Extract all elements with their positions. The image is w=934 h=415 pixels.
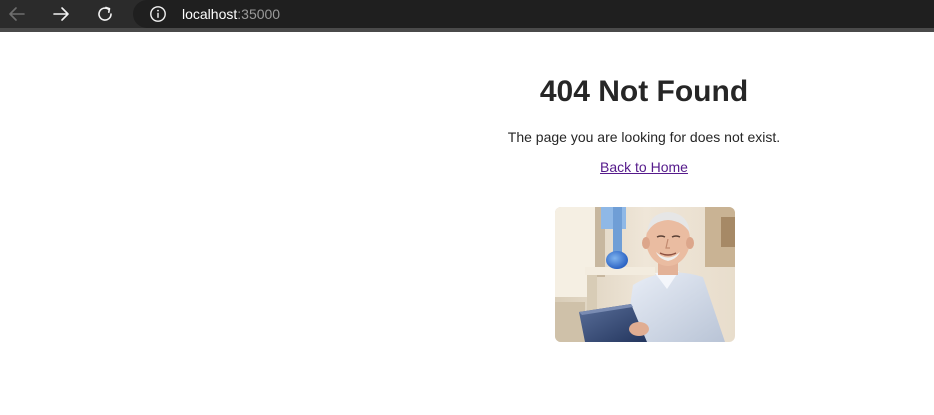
url-port: :35000 (237, 6, 281, 22)
arrow-left-icon (9, 7, 25, 21)
back-to-home-link[interactable]: Back to Home (600, 159, 688, 175)
page-title: 404 Not Found (539, 75, 749, 108)
url-host: localhost (182, 6, 238, 22)
error-message: The page you are looking for does not ex… (507, 129, 781, 145)
reload-button[interactable] (93, 2, 117, 26)
address-bar[interactable]: localhost:35000 (133, 0, 934, 28)
toolbar-separator (0, 28, 934, 32)
arrow-right-icon (53, 7, 69, 21)
url-text[interactable]: localhost:35000 (182, 6, 280, 22)
reload-icon (98, 6, 112, 21)
home-link-container: Back to Home (354, 159, 934, 175)
man-with-laptop-photo (555, 207, 735, 342)
forward-button[interactable] (49, 2, 73, 26)
back-button[interactable] (5, 2, 29, 26)
browser-toolbar: localhost:35000 (0, 0, 934, 28)
info-icon[interactable] (149, 5, 167, 23)
